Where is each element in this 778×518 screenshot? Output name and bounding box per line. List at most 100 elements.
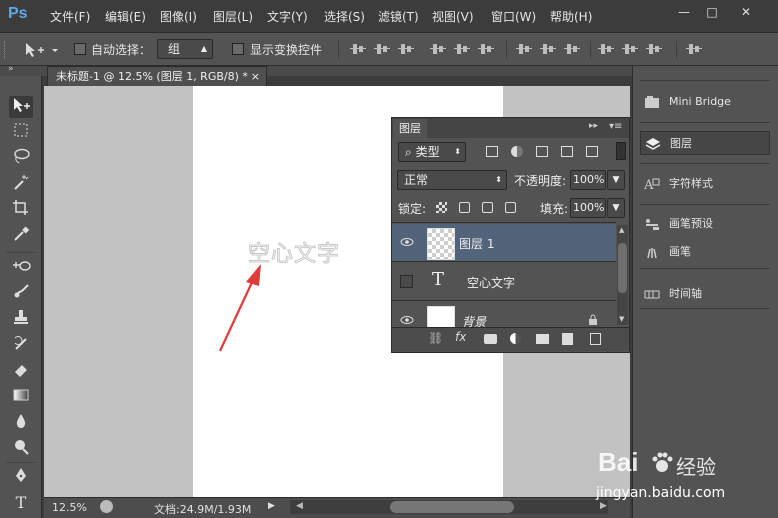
close-tab-icon[interactable]: × bbox=[251, 67, 260, 86]
gradient-tool[interactable] bbox=[9, 386, 33, 408]
pixel-filter-icon[interactable] bbox=[486, 146, 498, 157]
blur-tool[interactable] bbox=[9, 412, 33, 434]
lock-position-icon[interactable] bbox=[482, 202, 493, 213]
dock-item-layers[interactable]: 图层 bbox=[640, 131, 770, 155]
fill-slider-toggle[interactable]: ▼ bbox=[607, 198, 625, 218]
dock-item-brush[interactable]: 画笔 bbox=[640, 240, 770, 264]
align-distribute-icon[interactable] bbox=[430, 42, 446, 56]
delete-layer-trash-icon[interactable] bbox=[590, 333, 601, 345]
gradient-icon bbox=[13, 389, 29, 401]
lock-all-icon[interactable] bbox=[505, 202, 516, 213]
history-brush-tool[interactable] bbox=[9, 334, 33, 356]
shape-filter-icon[interactable] bbox=[561, 146, 573, 157]
menu-view[interactable]: 视图(V) bbox=[432, 8, 474, 25]
fx-button[interactable]: fx bbox=[455, 330, 466, 344]
dock-item-label: 时间轴 bbox=[669, 287, 702, 300]
type-filter-icon[interactable] bbox=[536, 146, 548, 157]
menu-help[interactable]: 帮助(H) bbox=[550, 8, 592, 25]
lock-image-pixels-icon[interactable] bbox=[459, 202, 470, 213]
pen-tool[interactable] bbox=[9, 466, 33, 488]
dock-item-label: 画笔 bbox=[669, 245, 691, 258]
dock-item-character-style[interactable]: A 字符样式 bbox=[640, 172, 770, 196]
add-mask-icon[interactable] bbox=[484, 334, 497, 344]
collapse-tools-icon[interactable]: » bbox=[8, 64, 14, 74]
eye-icon[interactable] bbox=[400, 236, 414, 248]
new-group-folder-icon[interactable] bbox=[536, 334, 549, 344]
lock-transparent-pixels-icon[interactable] bbox=[436, 202, 447, 213]
eraser-tool[interactable] bbox=[9, 360, 33, 382]
menu-edit[interactable]: 编辑(E) bbox=[105, 8, 146, 25]
dock-item-mini-bridge[interactable]: Mini Bridge bbox=[640, 90, 770, 114]
fill-input[interactable]: 100% bbox=[570, 198, 606, 218]
menu-filter[interactable]: 滤镜(T) bbox=[378, 8, 419, 25]
layers-scroll-thumb[interactable] bbox=[618, 243, 627, 293]
eyedropper-tool[interactable] bbox=[9, 225, 33, 247]
align-distribute-icon[interactable] bbox=[398, 42, 414, 56]
type-tool[interactable]: T bbox=[9, 492, 33, 514]
horizontal-scroll-thumb[interactable] bbox=[390, 501, 514, 513]
marquee-tool[interactable] bbox=[9, 121, 33, 143]
align-distribute-icon[interactable] bbox=[646, 42, 662, 56]
minimize-button[interactable]: — bbox=[672, 3, 696, 21]
move-tool-preset-picker[interactable] bbox=[24, 41, 64, 59]
filter-toggle[interactable] bbox=[616, 142, 626, 160]
align-distribute-icon[interactable] bbox=[374, 42, 390, 56]
visibility-toggle-off[interactable] bbox=[400, 275, 413, 288]
blend-mode-dropdown[interactable]: 正常 ⬍ bbox=[397, 170, 507, 190]
link-layers-icon[interactable]: ⛓ bbox=[428, 331, 443, 345]
align-distribute-icon[interactable] bbox=[540, 42, 556, 56]
align-distribute-icon[interactable] bbox=[598, 42, 614, 56]
align-distribute-icon[interactable] bbox=[478, 42, 494, 56]
align-distribute-icon[interactable] bbox=[686, 42, 702, 56]
adjustment-filter-icon[interactable] bbox=[511, 146, 523, 157]
dock-item-timeline[interactable]: 时间轴 bbox=[640, 282, 770, 306]
menu-layer[interactable]: 图层(L) bbox=[213, 8, 253, 25]
scroll-down-arrow-icon[interactable]: ▼ bbox=[619, 315, 624, 323]
layer-row-hollow-text[interactable]: T 空心文字 bbox=[392, 263, 616, 301]
adjustment-layer-icon[interactable] bbox=[510, 333, 521, 344]
align-distribute-icon[interactable] bbox=[564, 42, 580, 56]
opacity-slider-toggle[interactable]: ▼ bbox=[607, 170, 625, 190]
auto-select-dropdown[interactable]: 组 ▲ bbox=[157, 39, 213, 59]
clone-stamp-tool[interactable] bbox=[9, 308, 33, 330]
show-transform-checkbox[interactable] bbox=[232, 43, 244, 55]
align-distribute-icon[interactable] bbox=[454, 42, 470, 56]
brush-tool[interactable] bbox=[9, 282, 33, 304]
new-layer-icon[interactable] bbox=[562, 333, 573, 345]
status-menu-arrow-icon[interactable]: ▶ bbox=[268, 501, 275, 511]
dock-divider bbox=[640, 308, 770, 309]
menu-file[interactable]: 文件(F) bbox=[50, 8, 90, 25]
dodge-tool[interactable] bbox=[9, 438, 33, 460]
document-tab[interactable]: 未标题-1 @ 12.5% (图层 1, RGB/8) * × bbox=[47, 66, 267, 86]
close-window-button[interactable]: ✕ bbox=[734, 3, 758, 21]
menu-window[interactable]: 窗口(W) bbox=[491, 8, 536, 25]
lasso-tool[interactable] bbox=[9, 147, 33, 169]
menu-type[interactable]: 文字(Y) bbox=[267, 8, 308, 25]
menu-image[interactable]: 图像(I) bbox=[160, 8, 197, 25]
maximize-button[interactable]: □ bbox=[700, 3, 724, 21]
scroll-up-arrow-icon[interactable]: ▲ bbox=[619, 226, 624, 234]
filter-kind-dropdown[interactable]: ⌕ 类型 ⬍ bbox=[398, 142, 466, 162]
opacity-input[interactable]: 100% bbox=[570, 170, 606, 190]
move-tool[interactable] bbox=[9, 96, 33, 118]
eye-icon[interactable] bbox=[400, 314, 414, 326]
auto-select-checkbox[interactable] bbox=[74, 43, 86, 55]
layer-row-background[interactable]: 背景 bbox=[392, 302, 616, 327]
spot-healing-tool[interactable] bbox=[9, 256, 33, 278]
menu-select[interactable]: 选择(S) bbox=[324, 8, 365, 25]
zoom-level[interactable]: 12.5% bbox=[52, 501, 87, 514]
options-divider bbox=[338, 41, 339, 59]
crop-tool[interactable] bbox=[9, 199, 33, 221]
layer-row-layer1[interactable]: 图层 1 bbox=[392, 224, 616, 262]
share-icon[interactable] bbox=[100, 500, 113, 513]
panel-menu-icon[interactable]: ▾≡ bbox=[609, 121, 622, 132]
layers-tab[interactable]: 图层 bbox=[393, 119, 427, 138]
align-distribute-icon[interactable] bbox=[622, 42, 638, 56]
dock-item-brush-preset[interactable]: 画笔预设 bbox=[640, 212, 770, 236]
magic-wand-tool[interactable] bbox=[9, 173, 33, 195]
scroll-left-arrow-icon[interactable]: ◀ bbox=[296, 501, 303, 511]
smart-object-filter-icon[interactable] bbox=[586, 146, 598, 157]
align-distribute-icon[interactable] bbox=[516, 42, 532, 56]
align-distribute-icon[interactable] bbox=[350, 42, 366, 56]
collapse-panel-icon[interactable]: ▸▸ bbox=[589, 121, 598, 131]
